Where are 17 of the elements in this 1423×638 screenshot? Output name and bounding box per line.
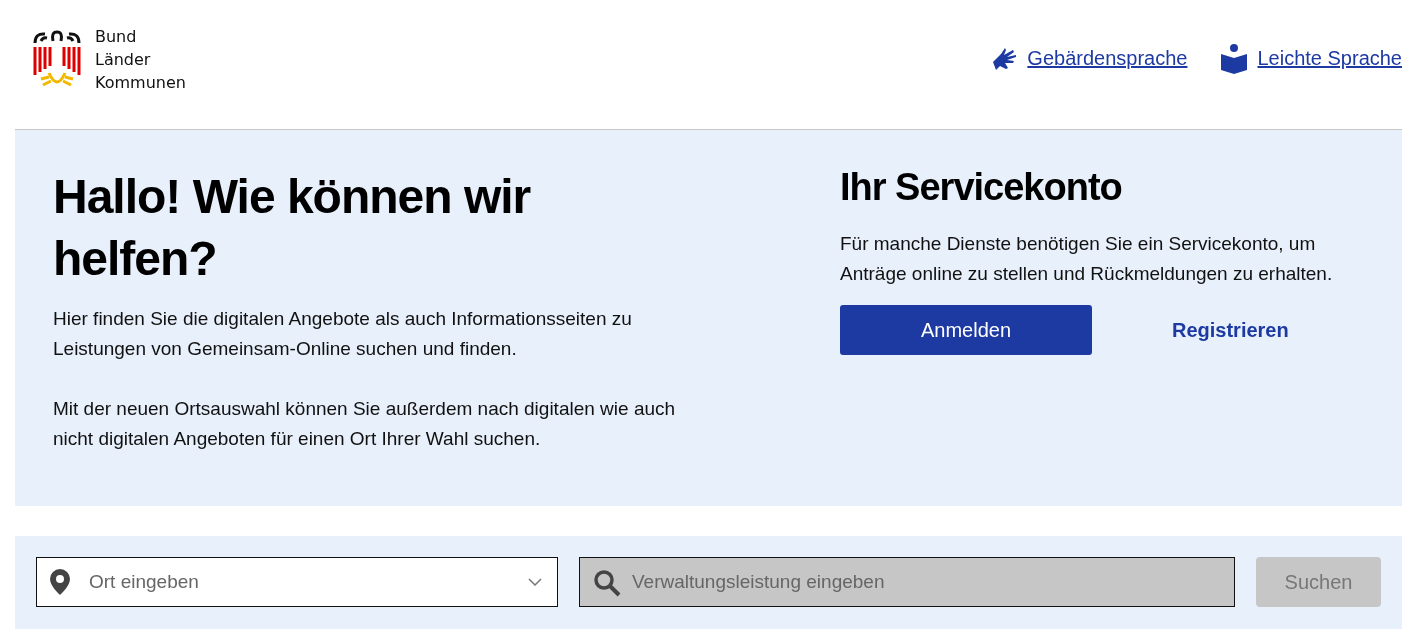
logo-text: Länder (95, 49, 152, 71)
logo-text: Bund (95, 26, 138, 48)
hero-paragraph: Mit der neuen Ortsauswahl können Sie außerdem nach digitalen wie auch nicht digitalen Angeboten für einen Ort Ihrer Wahl suchen. (53, 397, 677, 451)
register-link[interactable]: Registrieren (1172, 318, 1289, 342)
location-pin-icon (50, 569, 70, 595)
search-icon (593, 569, 621, 597)
header-link[interactable]: Gebärdensprache (991, 45, 1188, 72)
login-button[interactable]: Anmelden (840, 305, 1092, 355)
chevron-down-icon (528, 578, 542, 586)
header-link[interactable]: Leichte Sprache (1221, 43, 1402, 74)
hero-title: Hallo! Wie können wir helfen? (53, 169, 532, 287)
servicekonto-text: Für manche Dienste benötigen Sie ein Servicekonto, um Anträge online zu stellen und Rückmeldungen zu erhalten. (840, 232, 1334, 286)
reading-book-icon (1221, 43, 1248, 74)
logo-text: Kommunen (95, 72, 186, 94)
servicekonto-title: Ihr Servicekonto (840, 166, 1123, 209)
hero-paragraph: Hier finden Sie die digitalen Angebote als auch Informationsseiten zu Leistungen von Gemeinsam-Online suchen und finden. (53, 307, 633, 361)
location-field[interactable]: Ort eingeben (36, 557, 558, 607)
